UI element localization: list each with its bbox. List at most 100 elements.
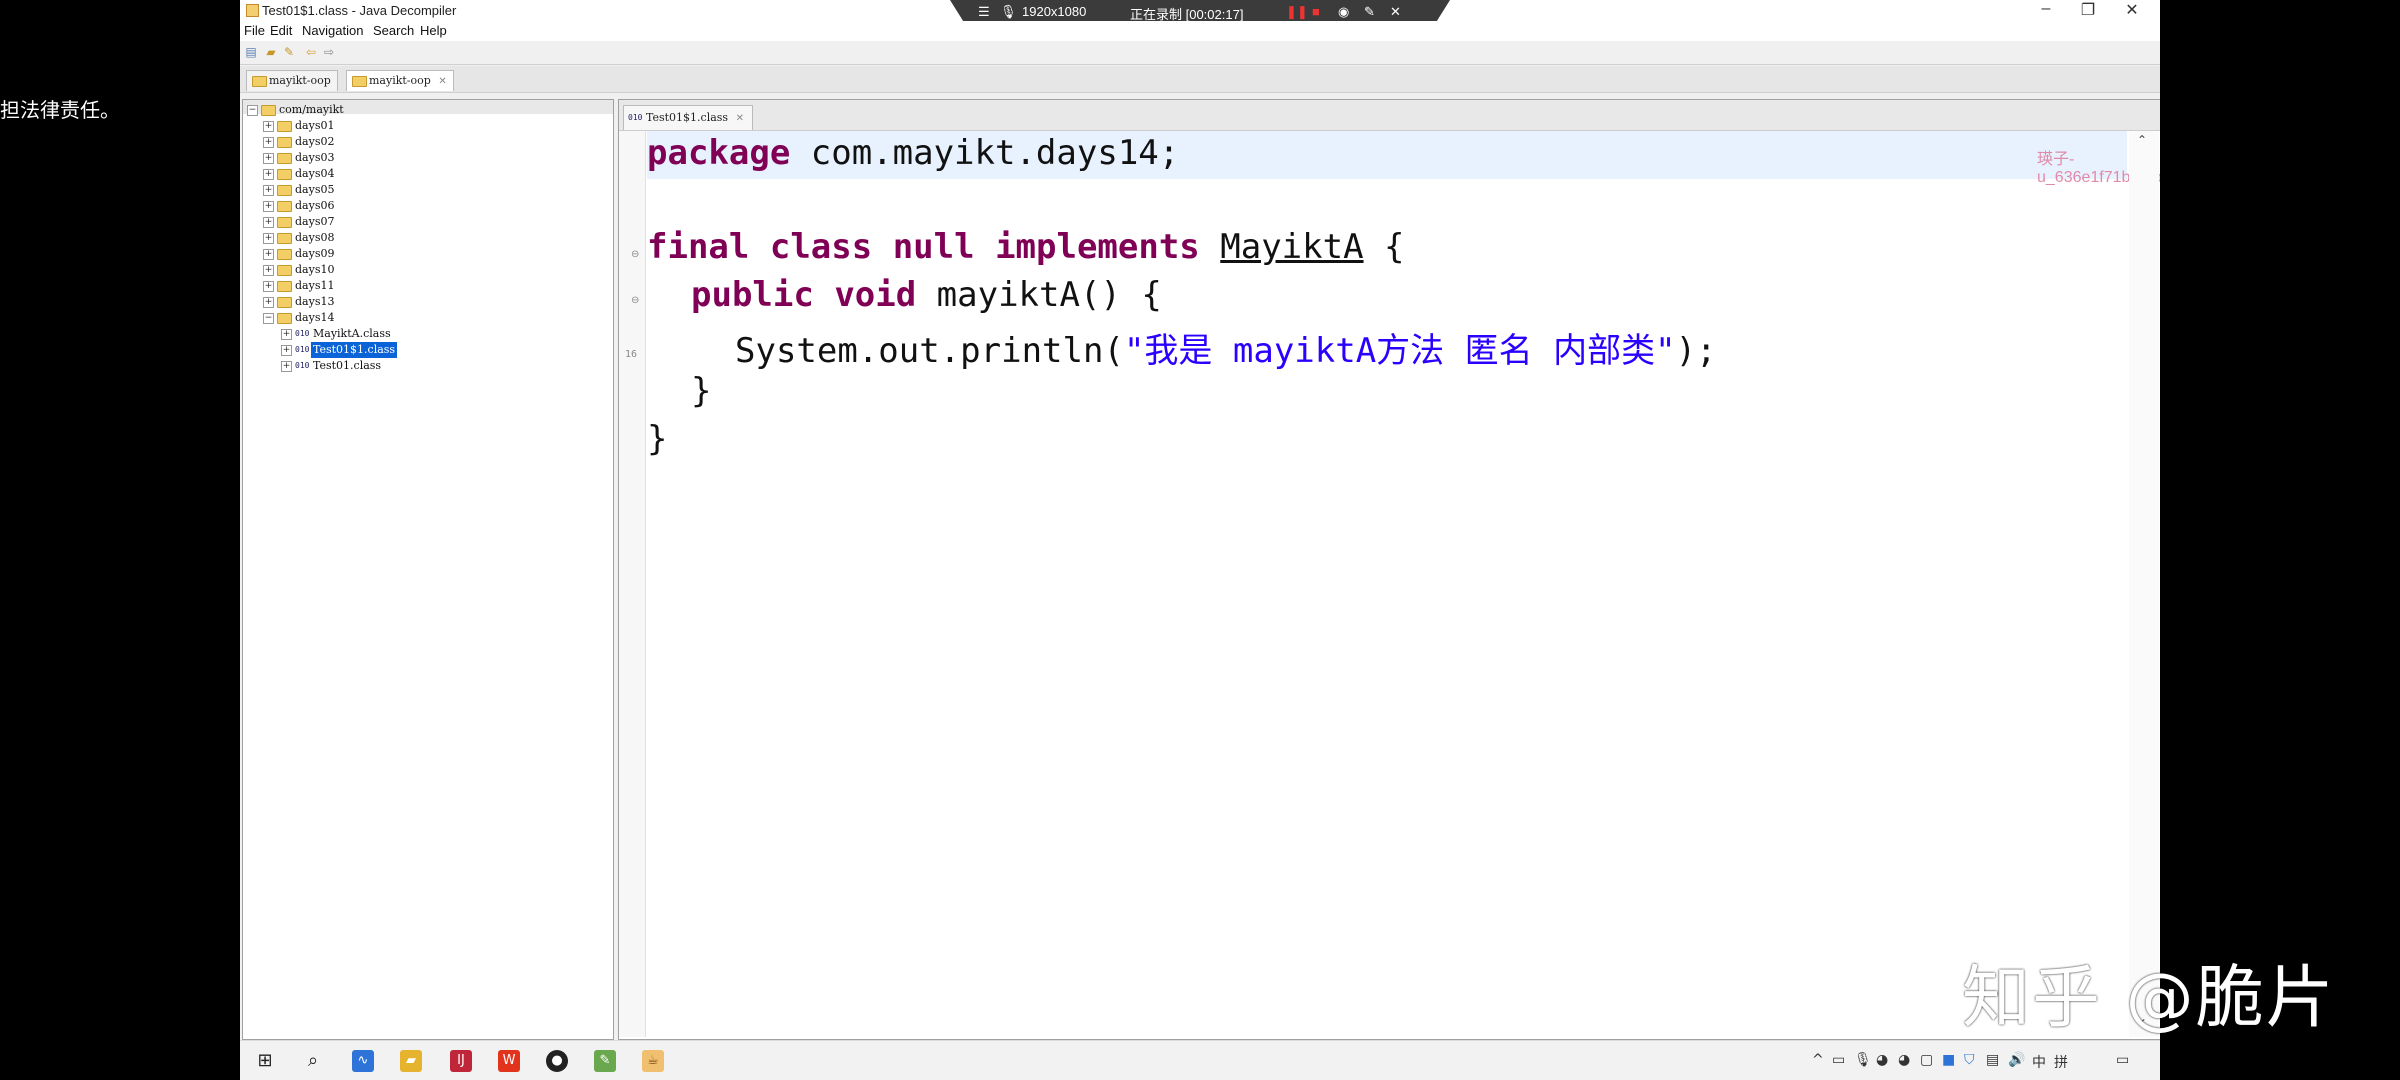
- camera-icon[interactable]: ◉: [1338, 4, 1349, 20]
- fold-icon[interactable]: ⊖: [631, 295, 639, 306]
- tray-qq-icon[interactable]: ◕: [1876, 1052, 1888, 1068]
- windows-taskbar: ⊞ ⌕ ∿ ▰ IJ W ● ✎ ☕ ^ ▭ 🎙 ◕ ◕ ▢ ■ ⛉ ▤ 🔊 中…: [240, 1040, 2160, 1080]
- fold-icon[interactable]: ⊖: [631, 249, 639, 260]
- recorder-mic-icon[interactable]: 🎙: [1000, 4, 1017, 20]
- intellij-icon[interactable]: IJ: [450, 1050, 472, 1072]
- expand-icon[interactable]: +: [263, 121, 274, 132]
- type-link[interactable]: MayiktA: [1220, 227, 1363, 267]
- folder-icon: [277, 265, 292, 276]
- menu-navigation[interactable]: Navigation: [302, 23, 363, 38]
- project-tab-bar: mayikt-oop mayikt-oop ✕: [240, 66, 2160, 93]
- folder-open-icon: [277, 313, 292, 324]
- tray-ime-zh[interactable]: 中: [2032, 1052, 2046, 1072]
- scroll-up-icon[interactable]: ⌃: [2137, 133, 2147, 147]
- close-window-button[interactable]: ✕: [2112, 0, 2152, 20]
- open-file-icon[interactable]: ▤: [244, 46, 258, 59]
- expand-icon[interactable]: +: [281, 345, 292, 356]
- folder-label: days06: [295, 199, 335, 212]
- line-number: 16: [625, 349, 638, 360]
- expand-icon[interactable]: +: [263, 201, 274, 212]
- editor-tab[interactable]: 010 Test01$1.class ✕: [623, 105, 753, 130]
- expand-icon[interactable]: +: [263, 153, 274, 164]
- close-tab-icon[interactable]: ✕: [438, 76, 446, 87]
- code-line-5: }: [691, 371, 711, 411]
- project-tab-label: mayikt-oop: [269, 74, 331, 87]
- expand-icon[interactable]: +: [263, 265, 274, 276]
- tray-app-icon[interactable]: ■: [1942, 1052, 1955, 1068]
- wps-icon[interactable]: W: [498, 1050, 520, 1072]
- stop-icon[interactable]: ■: [1312, 4, 1320, 19]
- menu-help[interactable]: Help: [420, 23, 447, 38]
- notification-icon[interactable]: ▭: [2116, 1052, 2129, 1068]
- expand-icon[interactable]: +: [263, 137, 274, 148]
- code-text: {: [1363, 227, 1405, 267]
- folder-label: days10: [295, 263, 335, 276]
- recorder-close-icon[interactable]: ✕: [1390, 4, 1401, 20]
- expand-icon[interactable]: +: [263, 249, 274, 260]
- expand-icon[interactable]: +: [263, 217, 274, 228]
- tray-doc-icon[interactable]: ▢: [1920, 1052, 1933, 1068]
- forward-icon[interactable]: ⇨: [322, 46, 336, 59]
- menu-edit[interactable]: Edit: [270, 23, 292, 38]
- notepad-icon[interactable]: ✎: [594, 1050, 616, 1072]
- expand-icon[interactable]: +: [263, 185, 274, 196]
- pen-icon[interactable]: ✎: [1364, 4, 1375, 20]
- restore-button[interactable]: ❐: [2068, 0, 2108, 20]
- file-label: MayiktA.class: [313, 327, 391, 340]
- start-icon[interactable]: ⊞: [254, 1050, 276, 1072]
- menu-search[interactable]: Search: [373, 23, 414, 38]
- keyword: public: [691, 275, 814, 315]
- zhihu-brand-overlay: 知乎 @脆片: [1962, 959, 2336, 1038]
- expand-icon[interactable]: +: [263, 281, 274, 292]
- expand-icon[interactable]: +: [263, 233, 274, 244]
- tray-network-icon[interactable]: ▤: [1986, 1052, 1999, 1068]
- tray-mic-icon[interactable]: 🎙: [1854, 1052, 1872, 1068]
- collapse-icon[interactable]: −: [247, 105, 258, 116]
- folder-label: days05: [295, 183, 335, 196]
- collapse-icon[interactable]: −: [263, 313, 274, 324]
- tray-qq2-icon[interactable]: ◕: [1898, 1052, 1910, 1068]
- window-title: Test01$1.class - Java Decompiler: [262, 3, 457, 18]
- tray-ime-pinyin[interactable]: 拼: [2054, 1052, 2068, 1072]
- recorder-menu-icon[interactable]: ☰: [978, 4, 990, 20]
- keyword: final: [647, 227, 750, 267]
- tray-device-icon[interactable]: ▭: [1832, 1052, 1845, 1068]
- expand-icon[interactable]: +: [281, 361, 292, 372]
- expand-icon[interactable]: +: [281, 329, 292, 340]
- file-explorer-icon[interactable]: ▰: [400, 1050, 422, 1072]
- java-decompiler-icon[interactable]: ☕: [642, 1050, 664, 1072]
- search-icon[interactable]: ⌕: [302, 1050, 324, 1072]
- folder-label: days08: [295, 231, 335, 244]
- keyword: implements: [995, 227, 1200, 267]
- folder-icon: [277, 217, 292, 228]
- expand-icon[interactable]: +: [263, 297, 274, 308]
- code-area[interactable]: 瑛子-u_636e1f71b6ddc_FiiHa1W79Q package co…: [647, 131, 2160, 1037]
- project-tab-2[interactable]: mayikt-oop ✕: [346, 70, 454, 91]
- record-app-icon[interactable]: ●: [546, 1050, 568, 1072]
- project-tab-1[interactable]: mayikt-oop: [246, 70, 338, 91]
- code-text: mayiktA() {: [916, 275, 1162, 315]
- tray-chevron-icon[interactable]: ^: [1812, 1052, 1824, 1068]
- code-line-3: public void mayiktA() {: [691, 275, 1162, 315]
- folder-label: days04: [295, 167, 335, 180]
- folder-icon: [277, 297, 292, 308]
- decompiler-window: Test01$1.class - Java Decompiler – ❐ ✕ ☰…: [240, 0, 2160, 1080]
- editor-pane: 010 Test01$1.class ✕ ⊖ ⊖ 16 瑛子-u_636e1f7…: [618, 99, 2160, 1040]
- save-icon[interactable]: ✎: [282, 46, 296, 59]
- app-chart-icon[interactable]: ∿: [352, 1050, 374, 1072]
- menu-file[interactable]: File: [244, 23, 265, 38]
- back-icon[interactable]: ⇦: [304, 46, 318, 59]
- close-tab-icon[interactable]: ✕: [736, 113, 744, 124]
- folder-icon: [277, 233, 292, 244]
- class-file-icon: 010: [295, 345, 310, 354]
- tray-shield-icon[interactable]: ⛉: [1964, 1052, 1975, 1068]
- expand-icon[interactable]: +: [263, 169, 274, 180]
- vertical-scrollbar[interactable]: ⌃ ⌄: [2129, 131, 2159, 1037]
- open-folder-icon[interactable]: ▰: [264, 46, 278, 59]
- pause-icon[interactable]: ❚❚: [1286, 4, 1308, 20]
- file-label: Test01.class: [313, 359, 382, 372]
- tray-volume-icon[interactable]: 🔊: [2008, 1052, 2025, 1068]
- minimize-button[interactable]: –: [2026, 0, 2066, 18]
- code-line-4: System.out.println("我是 mayiktA方法 匿名 内部类"…: [735, 323, 1717, 372]
- class-file-icon: 010: [295, 329, 310, 338]
